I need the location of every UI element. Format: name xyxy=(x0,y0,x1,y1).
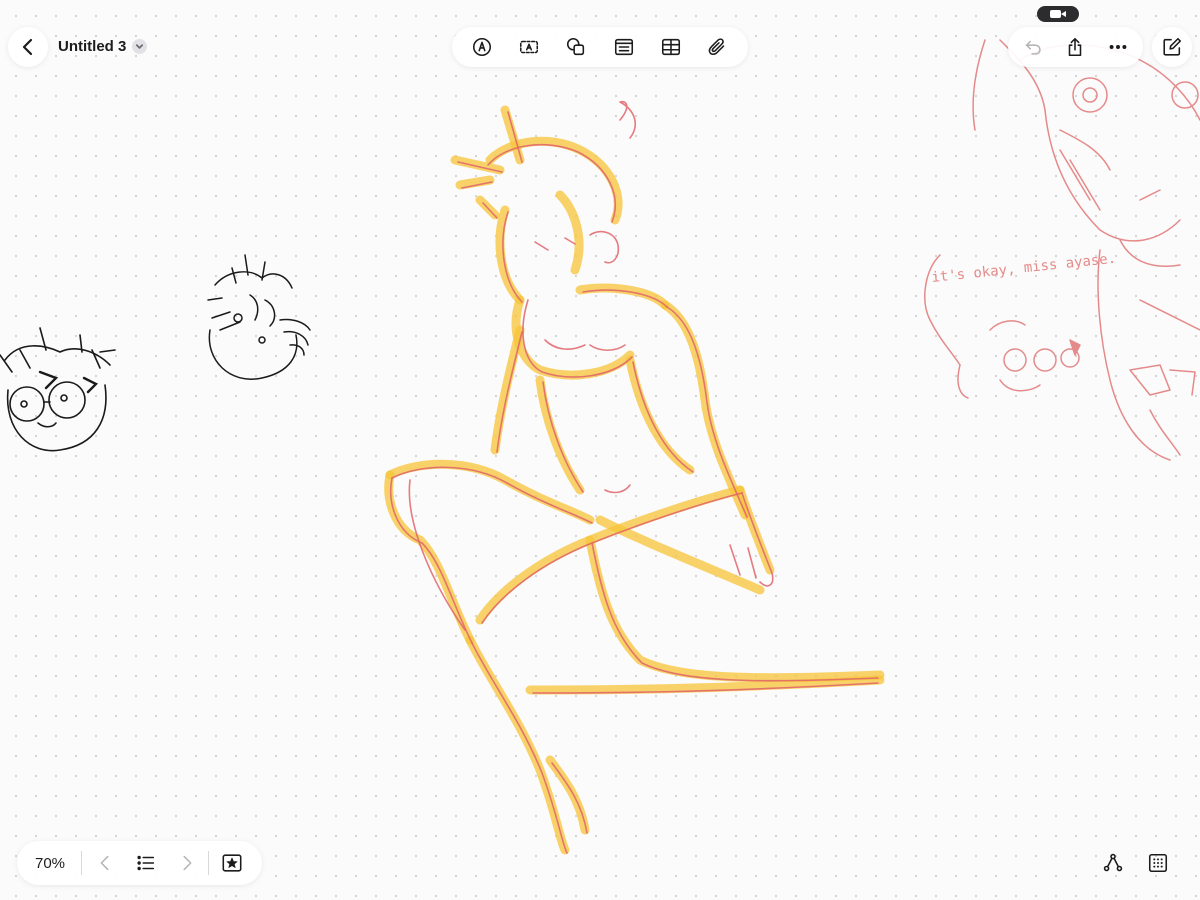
more-options-button[interactable] xyxy=(1101,30,1135,64)
add-scene-button[interactable] xyxy=(215,846,249,880)
sketch-sitting-figure-red xyxy=(390,100,879,854)
compose-icon xyxy=(1163,37,1182,56)
undo-icon xyxy=(1025,40,1041,55)
connector-icon-wrap xyxy=(1096,846,1130,880)
chevron-left-icon xyxy=(100,855,109,871)
canvas-drawing-layer[interactable]: it's okay, miss ayase. xyxy=(0,0,1200,900)
document-title: Untitled 3 xyxy=(58,38,127,55)
attachment-tool[interactable] xyxy=(701,30,735,64)
next-scene-button[interactable] xyxy=(170,846,204,880)
divider xyxy=(208,851,210,875)
actions-toolbar xyxy=(1008,27,1143,67)
sketch-two-heads xyxy=(207,254,311,380)
camera-icon xyxy=(1050,10,1066,18)
tools-toolbar xyxy=(452,27,748,67)
sketch-sitting-figure-yellow xyxy=(384,105,885,855)
compose-icon-wrap xyxy=(1155,30,1189,64)
grid-icon xyxy=(1148,853,1168,873)
navigation-toolbar: 70% xyxy=(17,841,262,885)
zoom-level[interactable]: 70% xyxy=(17,855,81,872)
sketch-anime-face-red xyxy=(924,39,1200,461)
handwritten-note: it's okay, miss ayase. xyxy=(931,251,1117,286)
grid-toggle-button[interactable] xyxy=(1137,841,1179,885)
table-icon xyxy=(661,38,680,56)
paperclip-icon xyxy=(708,38,725,56)
chevron-down-icon xyxy=(132,39,148,54)
note-icon xyxy=(614,38,633,56)
ellipsis-icon xyxy=(1109,45,1127,49)
grid-icon-wrap xyxy=(1141,846,1175,880)
markup-pen-tool[interactable] xyxy=(465,30,499,64)
scenes-list-button[interactable] xyxy=(129,846,163,880)
text-box-icon xyxy=(519,40,539,54)
chevron-right-icon xyxy=(183,855,192,871)
star-box-icon xyxy=(222,854,242,872)
share-button[interactable] xyxy=(1058,30,1092,64)
new-board-button[interactable] xyxy=(1152,27,1192,67)
sticky-note-tool[interactable] xyxy=(607,30,641,64)
list-icon xyxy=(137,855,155,871)
share-icon xyxy=(1069,37,1082,57)
connector-icon xyxy=(1103,853,1123,872)
document-title-menu[interactable]: Untitled 3 xyxy=(58,38,148,55)
divider xyxy=(81,851,83,875)
pen-circle-icon xyxy=(472,37,491,57)
undo-button[interactable] xyxy=(1016,30,1050,64)
text-box-tool[interactable] xyxy=(512,30,546,64)
sketch-chibi-with-glasses xyxy=(0,327,116,452)
connector-tool-button[interactable] xyxy=(1092,841,1134,885)
shapes-tool[interactable] xyxy=(559,30,593,64)
shapes-icon xyxy=(567,37,585,56)
table-tool[interactable] xyxy=(654,30,688,64)
previous-scene-button[interactable] xyxy=(88,846,122,880)
camera-in-use-indicator xyxy=(1037,6,1079,22)
chevron-left-icon xyxy=(22,38,33,56)
back-button[interactable] xyxy=(8,27,48,67)
